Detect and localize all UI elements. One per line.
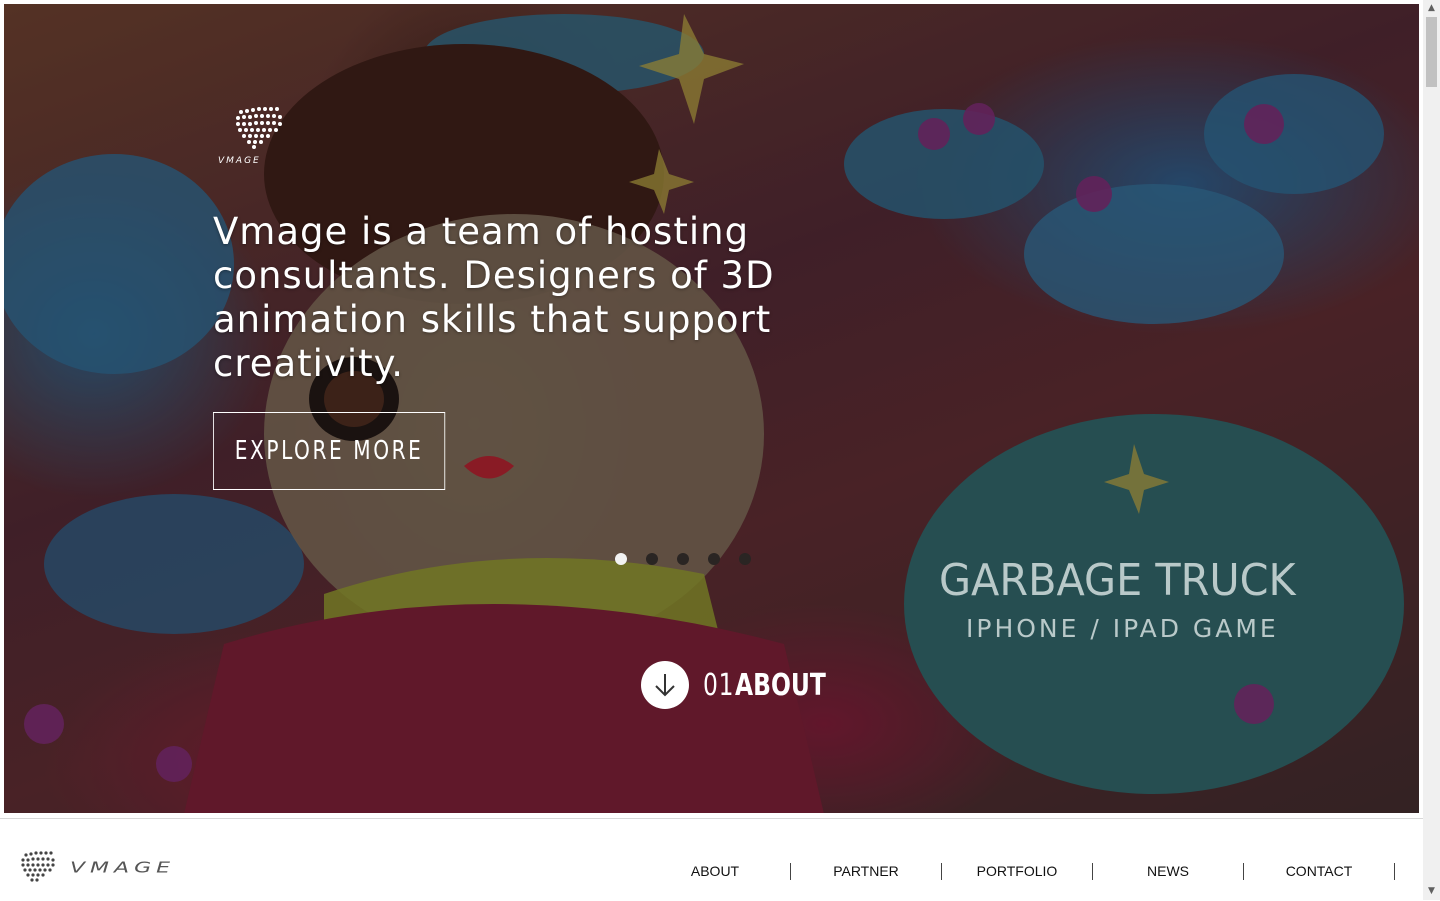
vmage-logo-icon xyxy=(236,107,282,149)
hero-banner: VMAGE Vmage is a team of hosting consult… xyxy=(4,4,1419,813)
scroll-to-about[interactable]: 01 ABOUT xyxy=(641,661,852,709)
scroll-up-arrow-icon[interactable]: ▲ xyxy=(1423,0,1440,17)
arrow-down-icon xyxy=(655,674,675,697)
nav-item-partner[interactable]: PARTNER xyxy=(791,863,942,880)
hero-logo-text: VMAGE xyxy=(218,156,261,166)
slide-dot-4[interactable] xyxy=(708,553,720,565)
nav-item-contact[interactable]: CONTACT xyxy=(1244,863,1395,880)
slide-dot-1[interactable] xyxy=(615,553,627,565)
explore-more-label: EXPLORE MORE xyxy=(234,436,424,466)
nav-item-news[interactable]: NEWS xyxy=(1093,863,1244,880)
slide-dot-5[interactable] xyxy=(739,553,751,565)
section-label: ABOUT xyxy=(735,667,826,703)
nav-menu: ABOUT PARTNER PORTFOLIO NEWS CONTACT xyxy=(640,863,1395,880)
hero-headline: Vmage is a team of hosting consultants. … xyxy=(213,210,775,385)
slide-dot-2[interactable] xyxy=(646,553,658,565)
nav-logo-text: VMAGE xyxy=(70,859,176,877)
page-scrollbar[interactable]: ▲ ▼ xyxy=(1423,0,1440,900)
scroll-down-button[interactable] xyxy=(641,661,689,709)
promo-title: GARBAGE TRUCK xyxy=(939,555,1296,606)
section-number: 01 xyxy=(703,667,735,703)
nav-item-about[interactable]: ABOUT xyxy=(640,863,791,880)
slide-pagination xyxy=(615,553,751,565)
vmage-logo-icon xyxy=(21,851,55,882)
nav-logo[interactable]: VMAGE xyxy=(18,849,198,889)
main-navbar: VMAGE ABOUT PARTNER PORTFOLIO NEWS CONTA… xyxy=(0,818,1423,901)
promo-subtitle: IPHONE / IPAD GAME xyxy=(966,614,1279,643)
nav-item-portfolio[interactable]: PORTFOLIO xyxy=(942,863,1093,880)
vmage-logo[interactable]: VMAGE xyxy=(216,104,288,170)
explore-more-button[interactable]: EXPLORE MORE xyxy=(213,412,446,490)
scrollbar-thumb[interactable] xyxy=(1426,17,1437,87)
slide-dot-3[interactable] xyxy=(677,553,689,565)
scroll-down-arrow-icon[interactable]: ▼ xyxy=(1423,883,1440,900)
